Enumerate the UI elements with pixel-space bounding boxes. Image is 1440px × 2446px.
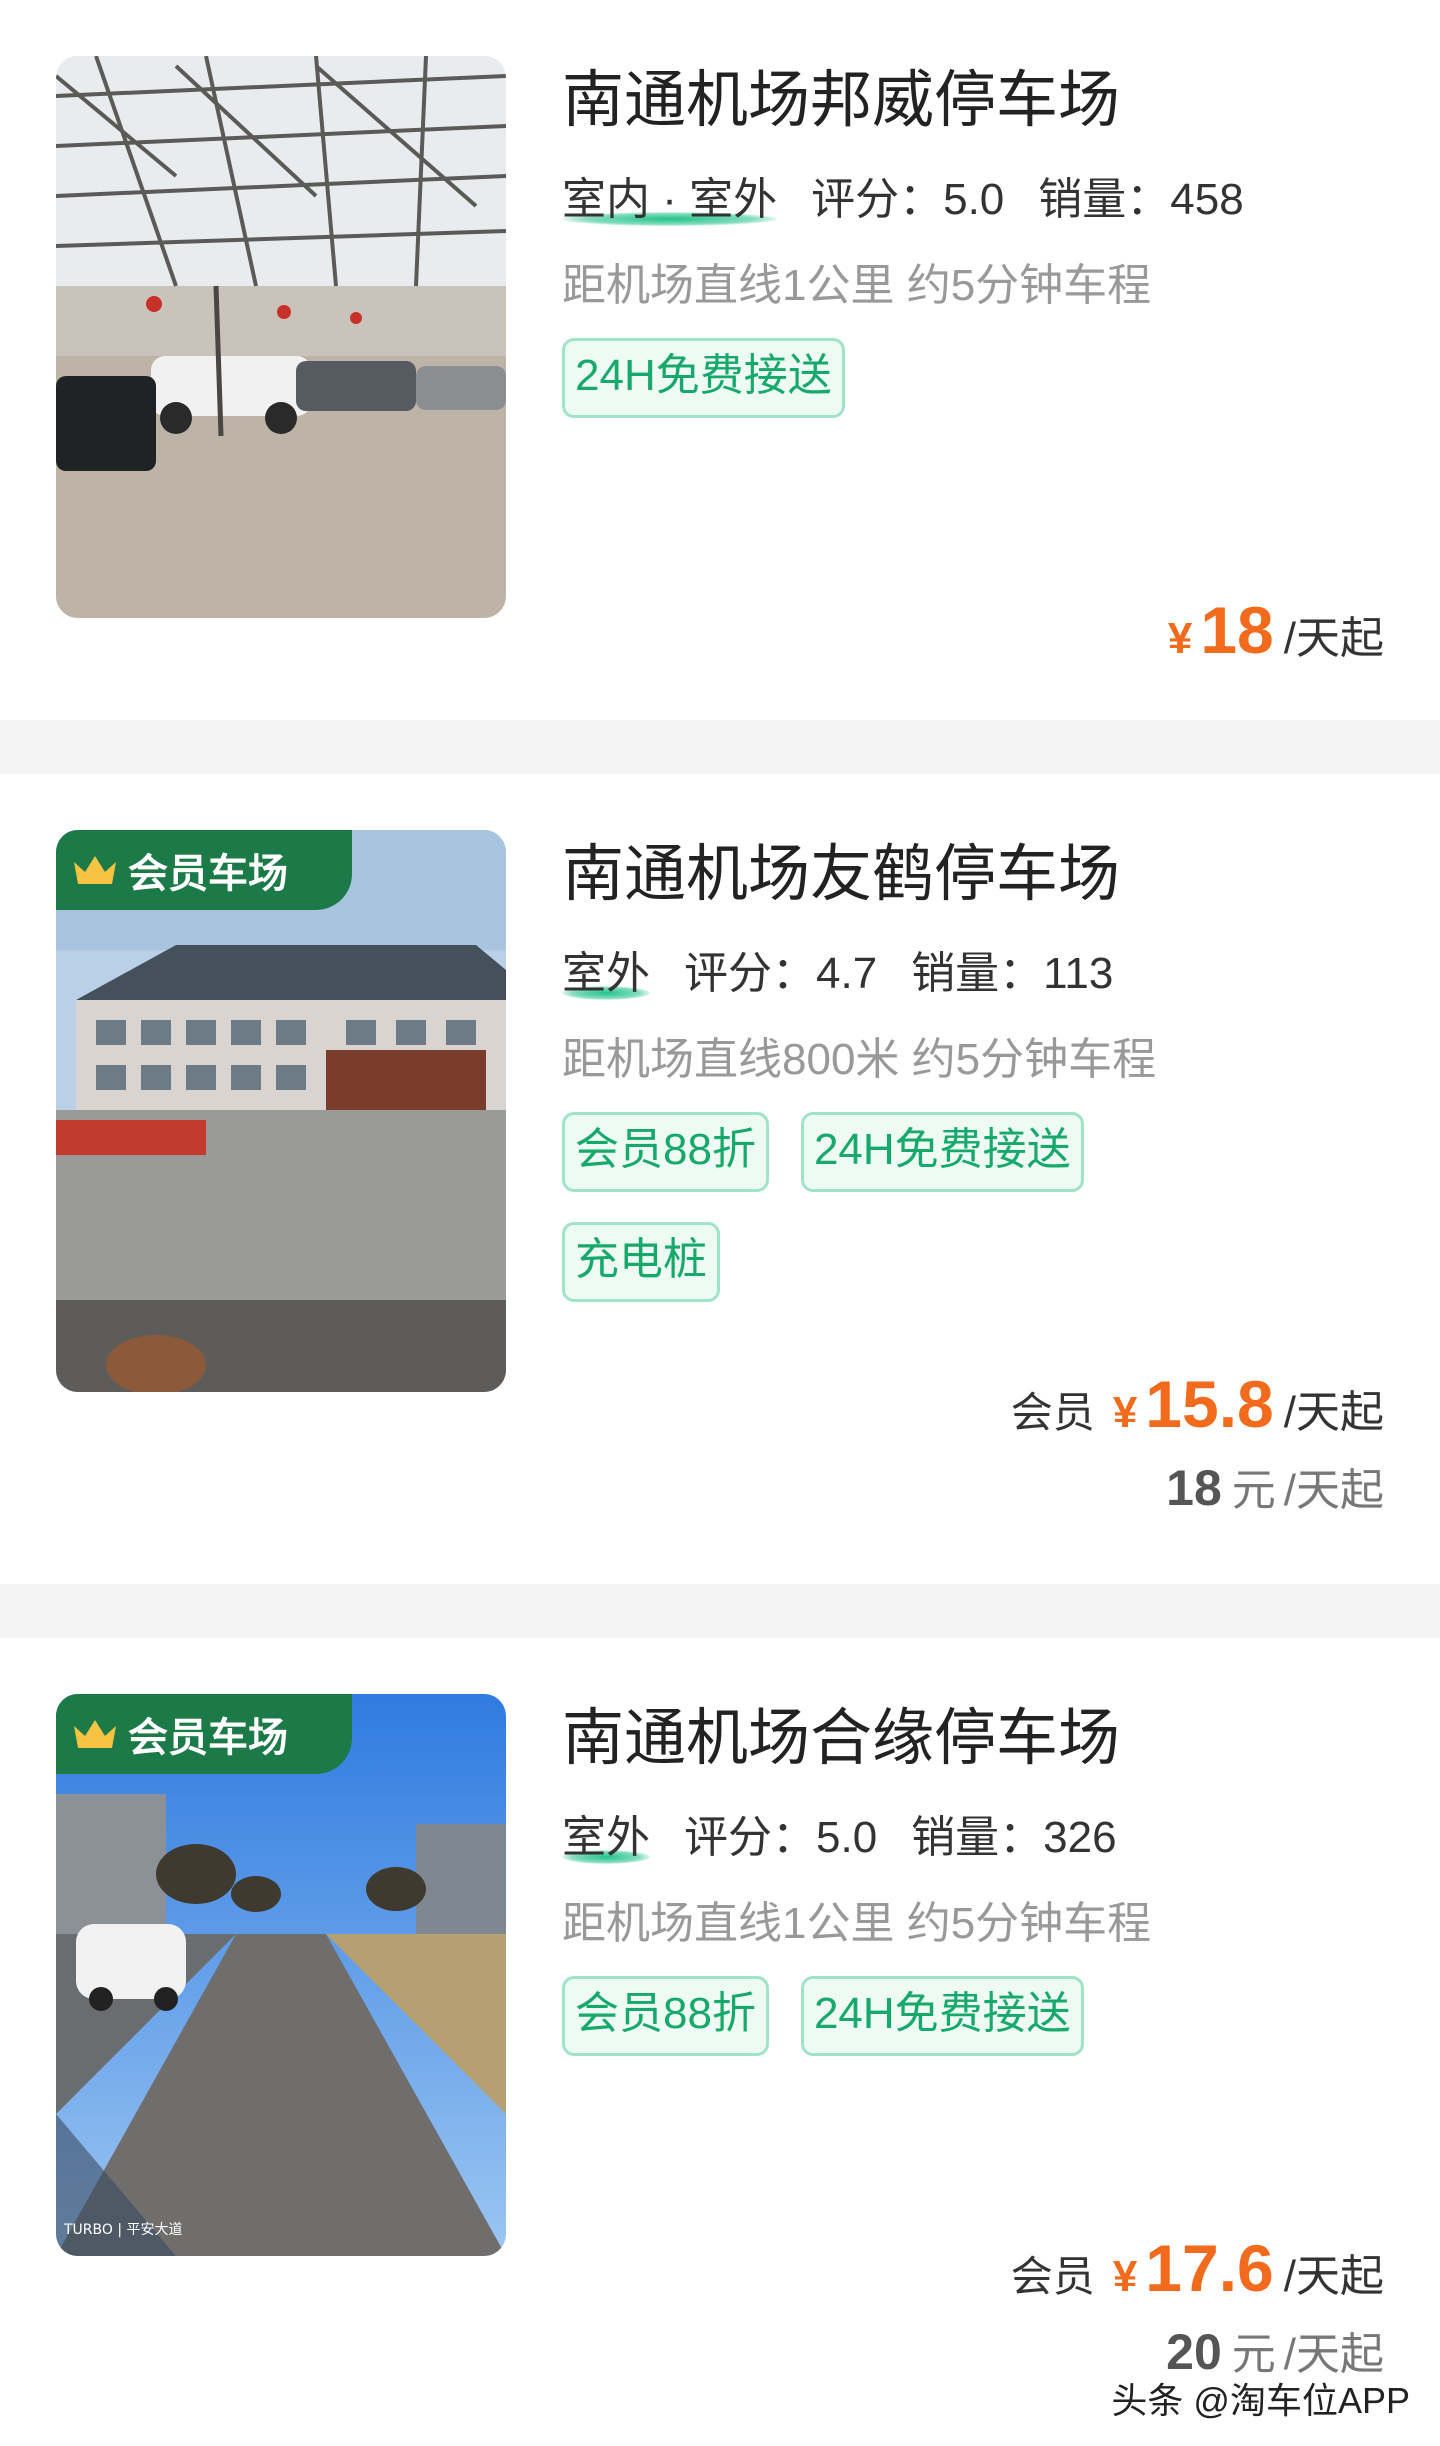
price-amount: 15.8 <box>1145 1367 1274 1441</box>
tag-member-discount: 会员88折 <box>562 1976 769 2056</box>
source-watermark: 头条 @淘车位APP <box>1111 2380 1410 2421</box>
member-price-label: 会员 <box>1010 2253 1095 2300</box>
parking-lot-card[interactable]: 南通机场邦威停车场 室内 · 室外 评分：5.0 销量：458 距机场直线1公里 约… <box>0 0 1440 720</box>
tag-free-shuttle: 24H免费接送 <box>800 1976 1084 2056</box>
price-unit: /天起 <box>1283 1388 1384 1437</box>
parking-lot-card[interactable]: 会员车场 南通机场友鹤停车场 室外 评分：4.7 销量：113 距机场直线800米 … <box>0 774 1440 1584</box>
location-type: 室内 · 室外 <box>562 175 778 226</box>
price-amount: 18 <box>1200 593 1274 667</box>
sales-count: 销量：458 <box>1038 175 1244 224</box>
rating: 评分：5.0 <box>811 175 1005 224</box>
parking-lot-meta: 室外 评分：4.7 销量：113 <box>562 944 1392 1004</box>
parking-lot-name: 南通机场合缘停车场 <box>562 1704 1121 1773</box>
rating: 评分：4.7 <box>684 949 878 998</box>
crown-icon <box>74 1720 116 1748</box>
sales-count: 销量：113 <box>911 949 1114 998</box>
price-unit: /天起 <box>1283 614 1384 663</box>
original-price-unit: /天起 <box>1283 1466 1384 1515</box>
feature-tags: 会员88折 24H免费接送 充电桩 <box>562 1112 1182 1302</box>
original-price-amount: 18 <box>1166 1460 1222 1516</box>
tag-charging-pile: 充电桩 <box>562 1222 720 1302</box>
crown-icon <box>74 856 116 884</box>
member-price: 会员 ¥ 17.6 /天起 <box>1011 2230 1384 2306</box>
sales-count: 销量：326 <box>911 1813 1117 1862</box>
distance-info: 距机场直线800米 约5分钟车程 <box>562 1035 1157 1084</box>
parking-lot-photo <box>56 56 506 618</box>
photo-caption: TURBO | 平安大道 <box>63 2222 183 2238</box>
parking-lot-photo: 会员车场 <box>56 830 506 1392</box>
price-amount: 17.6 <box>1145 2231 1274 2305</box>
feature-tags: 24H免费接送 <box>562 338 1182 418</box>
tag-free-shuttle: 24H免费接送 <box>800 1112 1084 1192</box>
parking-lot-meta: 室外 评分：5.0 销量：326 <box>562 1808 1392 1868</box>
tag-free-shuttle: 24H免费接送 <box>562 338 845 418</box>
currency-symbol: ¥ <box>1112 2252 1138 2301</box>
card-divider <box>0 1584 1440 1638</box>
card-divider <box>0 720 1440 774</box>
rating: 评分：5.0 <box>684 1813 878 1862</box>
parking-lot-name: 南通机场邦威停车场 <box>562 66 1121 135</box>
currency-symbol: ¥ <box>1167 614 1193 663</box>
member-price: 会员 ¥ 15.8 /天起 <box>1011 1366 1384 1442</box>
location-type: 室外 <box>562 1813 650 1864</box>
parking-lot-meta: 室内 · 室外 评分：5.0 销量：458 <box>562 170 1392 230</box>
price-unit: /天起 <box>1283 2252 1384 2301</box>
member-lot-badge: 会员车场 <box>56 1694 352 1774</box>
distance-info: 距机场直线1公里 约5分钟车程 <box>562 261 1152 310</box>
currency-symbol: ¥ <box>1112 1388 1138 1437</box>
member-price-label: 会员 <box>1010 1389 1095 1436</box>
member-badge-label: 会员车场 <box>128 852 288 896</box>
member-badge-label: 会员车场 <box>128 1716 288 1760</box>
parking-lot-photo: TURBO | 平安大道 会员车场 <box>56 1694 506 2256</box>
original-price-currency: 元 <box>1231 1466 1276 1515</box>
member-lot-badge: 会员车场 <box>56 830 352 910</box>
parking-lot-card[interactable]: TURBO | 平安大道 会员车场 南通机场合缘停车场 室外 评分：5.0 销量：3… <box>0 1638 1440 2446</box>
tag-member-discount: 会员88折 <box>562 1112 769 1192</box>
feature-tags: 会员88折 24H免费接送 <box>562 1976 1182 2056</box>
original-price: 18 元 /天起 <box>1166 1454 1384 1518</box>
price: ¥ 18 /天起 <box>1168 592 1384 668</box>
parking-lot-name: 南通机场友鹤停车场 <box>562 840 1121 909</box>
distance-info: 距机场直线1公里 约5分钟车程 <box>562 1899 1152 1948</box>
location-type: 室外 <box>562 949 650 1000</box>
